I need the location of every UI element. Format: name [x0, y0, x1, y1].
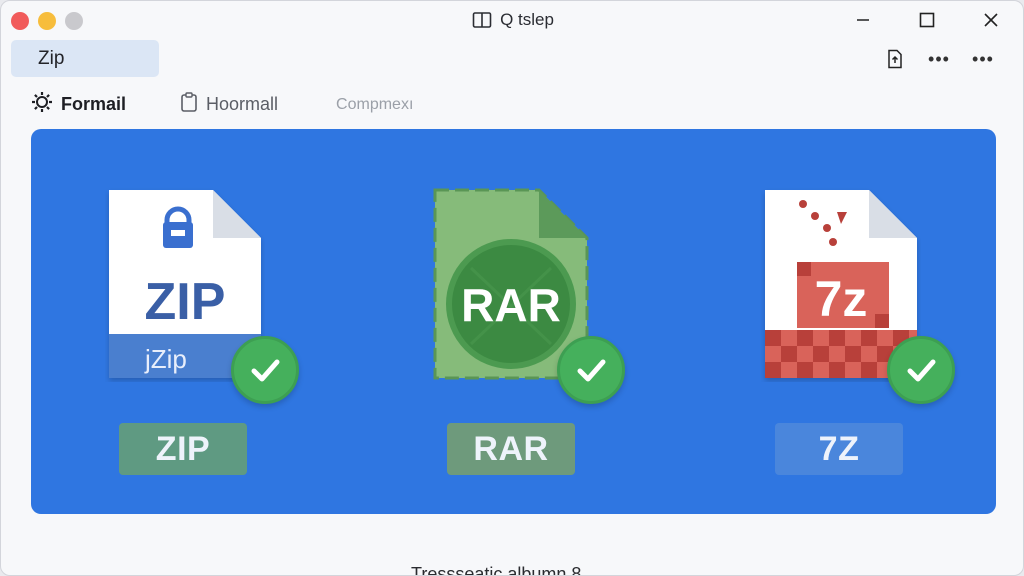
footer-status-text: Tressseatic albumn 8 [411, 564, 582, 576]
zip-check-icon [231, 336, 299, 404]
compress-button[interactable]: Compmexı [336, 96, 413, 114]
rar-icon-text: RAR [461, 279, 561, 331]
formail-button[interactable]: Formail [31, 91, 126, 118]
tab-zip-label: Zip [38, 47, 65, 69]
formail-label: Formail [61, 94, 127, 114]
book-icon [472, 11, 492, 29]
window-controls [845, 7, 1009, 33]
zip-icon-text: ZIP [144, 273, 226, 331]
rar-format-label: RAR [447, 423, 575, 475]
compress-label: Compmexı [336, 95, 414, 113]
sevenz-format-label: 7Z [775, 423, 903, 475]
clipboard-icon [180, 92, 198, 117]
rar-format-card[interactable]: RAR RAR [431, 186, 631, 476]
sevenz-format-card[interactable]: 7z 7Z [761, 186, 961, 476]
overflow-menu-icon[interactable]: ••• [969, 45, 997, 73]
minimize-icon[interactable] [845, 7, 881, 33]
app-window: Q tslep Zip ••• ••• Formail Hoormall Com… [0, 0, 1024, 576]
tab-zip[interactable]: Zip [11, 40, 159, 77]
format-panel: ZIP jZip ZIP RAR RAR 7z 7Z [31, 129, 996, 514]
hoormall-button[interactable]: Hoormall [180, 92, 278, 117]
format-toolbar: Formail Hoormall Compmexı [31, 91, 413, 118]
close-icon[interactable] [973, 7, 1009, 33]
zip-subtitle: jZip [145, 344, 187, 374]
gear-icon [31, 91, 53, 118]
hoormall-label: Hoormall [206, 94, 279, 114]
more-options-icon[interactable]: ••• [925, 45, 953, 73]
zip-format-card[interactable]: ZIP jZip ZIP [105, 186, 305, 476]
maximize-icon[interactable] [909, 7, 945, 33]
sevenz-check-icon [887, 336, 955, 404]
export-icon[interactable] [881, 45, 909, 73]
zip-format-label: ZIP [119, 423, 247, 475]
window-title: Q tslep [500, 10, 554, 29]
top-actions: ••• ••• [881, 45, 997, 73]
rar-check-icon [557, 336, 625, 404]
sevenz-icon-text: 7z [814, 271, 868, 327]
